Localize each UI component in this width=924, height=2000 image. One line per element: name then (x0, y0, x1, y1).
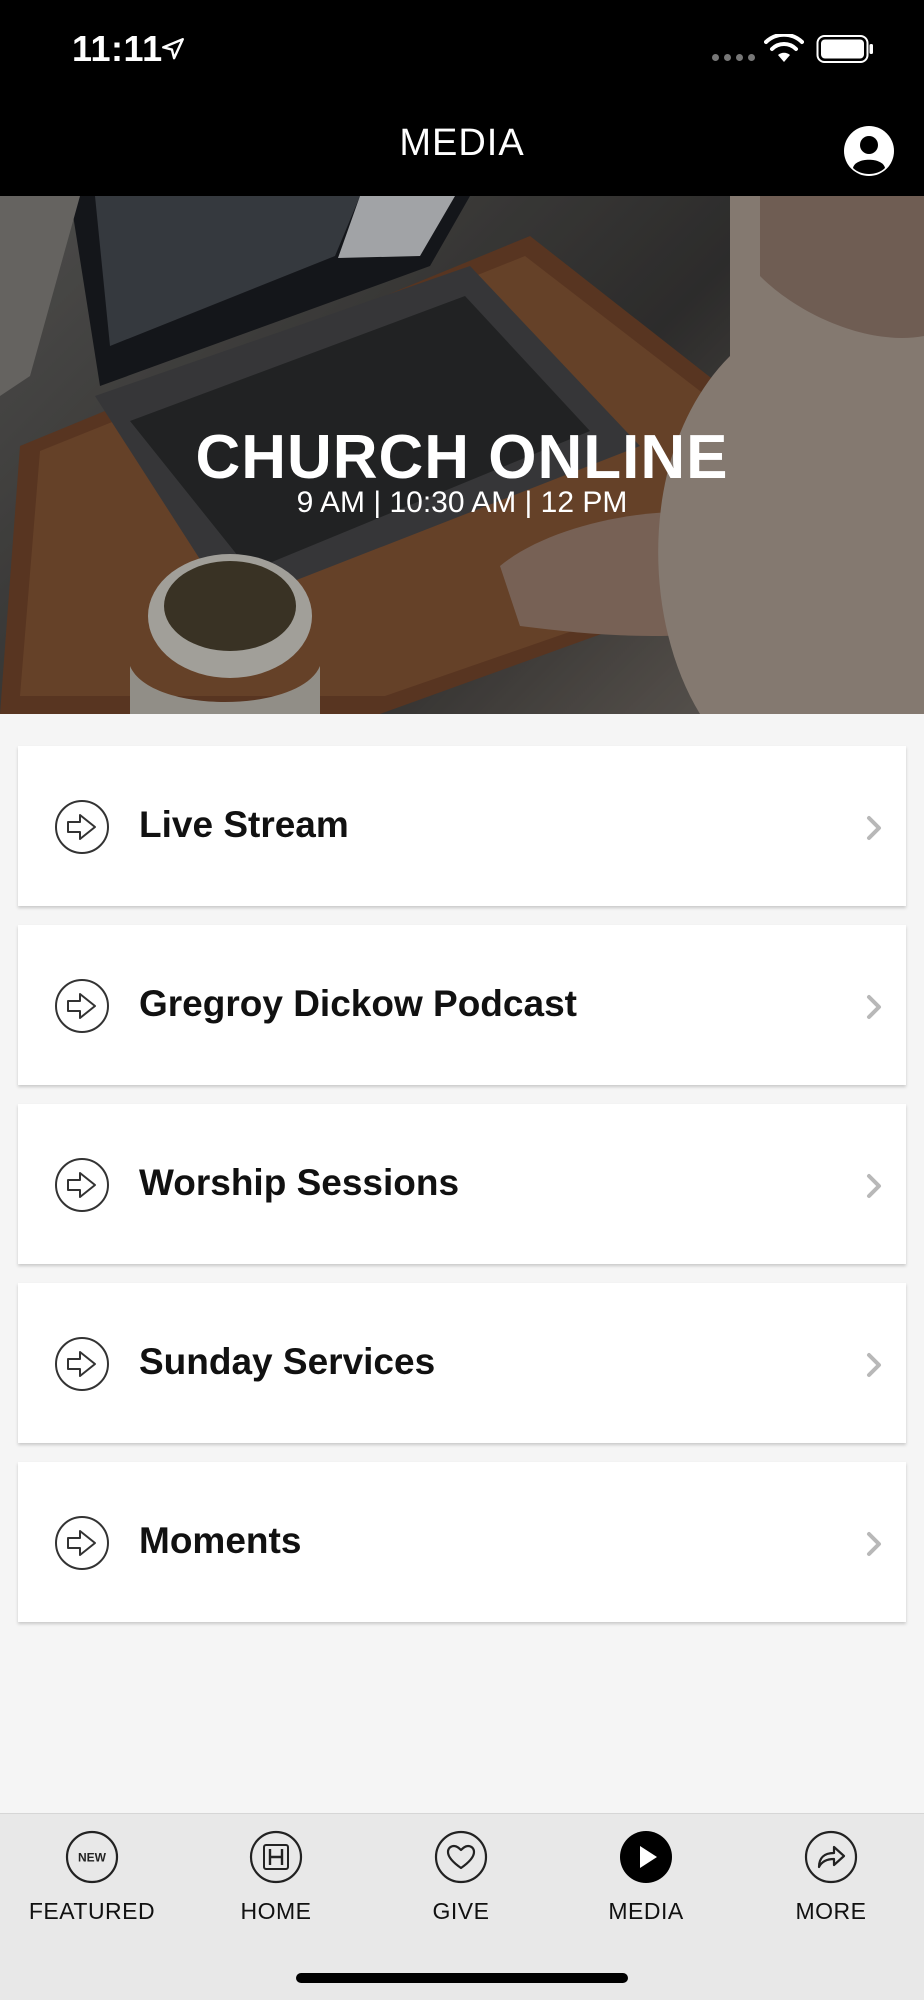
tab-featured[interactable]: NEW FEATURED (0, 1814, 184, 1954)
chevron-right-icon (867, 1532, 881, 1556)
banner-title: CHURCH ONLINE (195, 423, 729, 492)
arrow-right-circle-icon (55, 800, 109, 854)
arrow-right-circle-icon (55, 1337, 109, 1391)
tab-more[interactable]: MORE (739, 1814, 923, 1954)
new-badge-text: NEW (78, 1851, 107, 1865)
list-item-label: Sunday Services (139, 1341, 436, 1382)
wifi-icon (764, 34, 804, 62)
arrow-right-circle-icon (55, 1516, 109, 1570)
cellular-signal-icon (712, 54, 755, 61)
tab-label: FEATURED (28, 1898, 156, 1924)
share-arrow-icon (804, 1830, 858, 1884)
list-item-podcast[interactable]: Gregroy Dickow Podcast (18, 925, 906, 1085)
tab-give[interactable]: GIVE (369, 1814, 553, 1954)
list-item-label: Worship Sessions (139, 1162, 460, 1203)
home-indicator[interactable] (296, 1973, 628, 1983)
arrow-right-circle-icon (55, 979, 109, 1033)
church-online-banner[interactable]: CHURCH ONLINE 9 AM | 10:30 AM | 12 PM (0, 196, 924, 714)
list-item-sunday-services[interactable]: Sunday Services (18, 1283, 906, 1443)
chevron-right-icon (867, 995, 881, 1019)
chevron-right-icon (867, 816, 881, 840)
location-arrow-icon (162, 38, 184, 60)
list-item-label: Gregroy Dickow Podcast (139, 983, 577, 1024)
list-item-moments[interactable]: Moments (18, 1462, 906, 1622)
top-bar: 11:11 MEDIA (0, 0, 924, 196)
play-icon (620, 1831, 672, 1883)
media-list: Live Stream Gregroy Dickow Podcast Worsh… (18, 746, 906, 1641)
tab-label: MORE (795, 1898, 867, 1924)
profile-icon[interactable] (842, 124, 896, 178)
tab-media[interactable]: MEDIA (554, 1814, 738, 1954)
heart-icon (434, 1830, 488, 1884)
list-item-live-stream[interactable]: Live Stream (18, 746, 906, 906)
status-time: 11:11 (72, 28, 163, 69)
h-logo-icon (249, 1830, 303, 1884)
tab-home[interactable]: HOME (184, 1814, 368, 1954)
tab-label: MEDIA (608, 1898, 684, 1924)
banner-service-times: 9 AM | 10:30 AM | 12 PM (296, 486, 628, 519)
list-item-label: Live Stream (139, 804, 349, 845)
arrow-right-circle-icon (55, 1158, 109, 1212)
tab-label: GIVE (432, 1898, 490, 1924)
page-title: MEDIA (399, 122, 525, 164)
tab-label: HOME (240, 1898, 312, 1924)
chevron-right-icon (867, 1353, 881, 1377)
battery-icon (816, 35, 873, 63)
chevron-right-icon (867, 1174, 881, 1198)
list-item-label: Moments (139, 1520, 302, 1561)
tab-bar: NEW FEATURED HOME GIVE MEDIA MORE (0, 1813, 924, 2000)
list-item-worship-sessions[interactable]: Worship Sessions (18, 1104, 906, 1264)
new-badge-icon: NEW (65, 1830, 119, 1884)
